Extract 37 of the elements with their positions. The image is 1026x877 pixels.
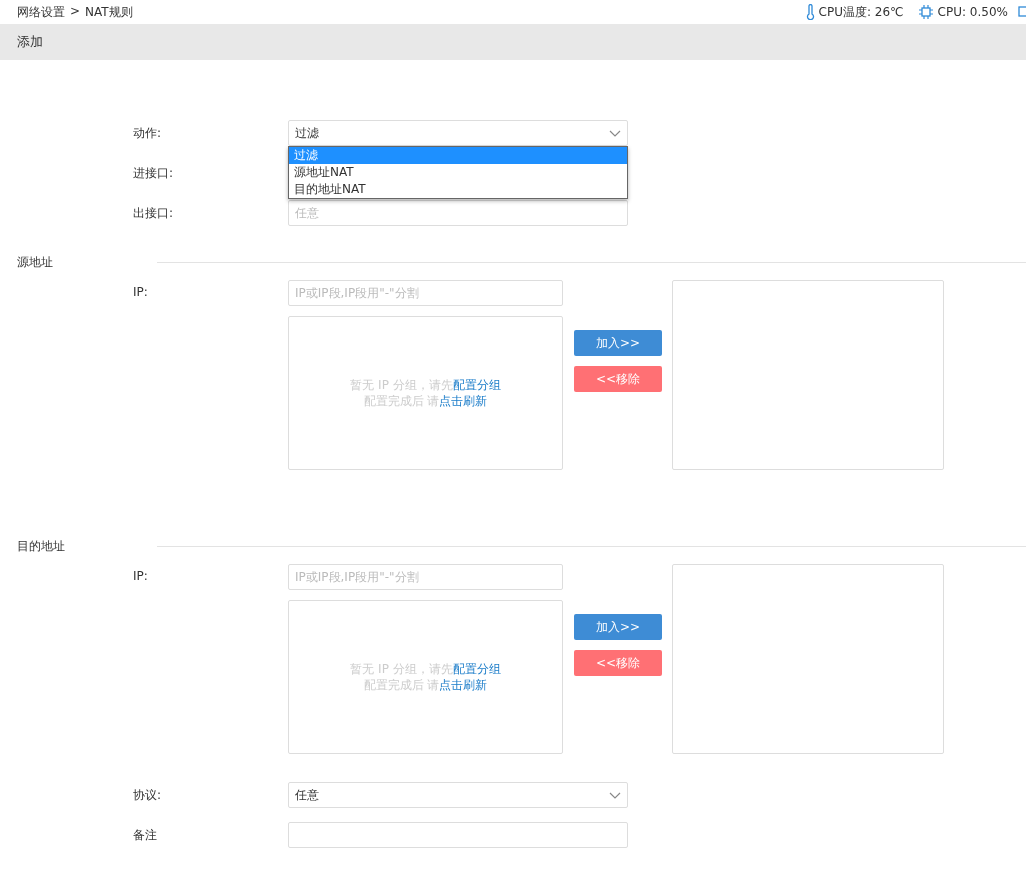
refresh-link[interactable]: 点击刷新 <box>439 394 488 408</box>
thermometer-icon <box>805 4 815 20</box>
breadcrumb-separator: > <box>70 3 81 20</box>
action-select[interactable]: 过滤 <box>288 120 628 146</box>
dropdown-option[interactable]: 目的地址NAT <box>289 181 627 198</box>
section-title: 源地址 <box>16 253 54 271</box>
chip-icon <box>917 4 934 20</box>
field-label: IP: <box>132 568 149 585</box>
add-button[interactable]: 加入>> <box>574 330 662 356</box>
monitor-icon <box>1018 4 1026 20</box>
status-text: CPU温度: 26℃ <box>818 3 904 21</box>
ip-input-field[interactable]: IP或IP段,IP段用"-"分割 <box>288 280 563 306</box>
chevron-down-icon <box>609 129 621 137</box>
field-label: 进接口: <box>132 164 175 182</box>
field-label: 备注 <box>132 826 158 844</box>
field-label: IP: <box>132 284 149 301</box>
chevron-down-icon <box>609 791 621 799</box>
add-button[interactable]: 加入>> <box>574 614 662 640</box>
note-input-field[interactable] <box>288 822 628 848</box>
field-label: 出接口: <box>132 204 175 222</box>
breadcrumb-link[interactable]: 网络设置 <box>17 3 65 21</box>
status-text: CPU: 0.50% <box>937 5 1008 19</box>
breadcrumb-current: NAT规则 <box>85 3 133 21</box>
configure-group-link[interactable]: 配置分组 <box>452 378 501 392</box>
interface-field[interactable]: 任意 <box>288 200 628 226</box>
header-title: 添加 <box>17 33 43 51</box>
section-title: 目的地址 <box>16 537 66 555</box>
field-label: 动作: <box>132 124 163 142</box>
dropdown-option[interactable]: 源地址NAT <box>289 164 627 181</box>
protocol-select[interactable]: 任意 <box>288 782 628 808</box>
refresh-link[interactable]: 点击刷新 <box>439 678 488 692</box>
configure-group-link[interactable]: 配置分组 <box>452 662 501 676</box>
remove-button[interactable]: <<移除 <box>574 650 662 676</box>
ip-input-field[interactable]: IP或IP段,IP段用"-"分割 <box>288 564 563 590</box>
dropdown-option[interactable]: 过滤 <box>289 147 627 164</box>
remove-button[interactable]: <<移除 <box>574 366 662 392</box>
field-label: 协议: <box>132 786 163 804</box>
